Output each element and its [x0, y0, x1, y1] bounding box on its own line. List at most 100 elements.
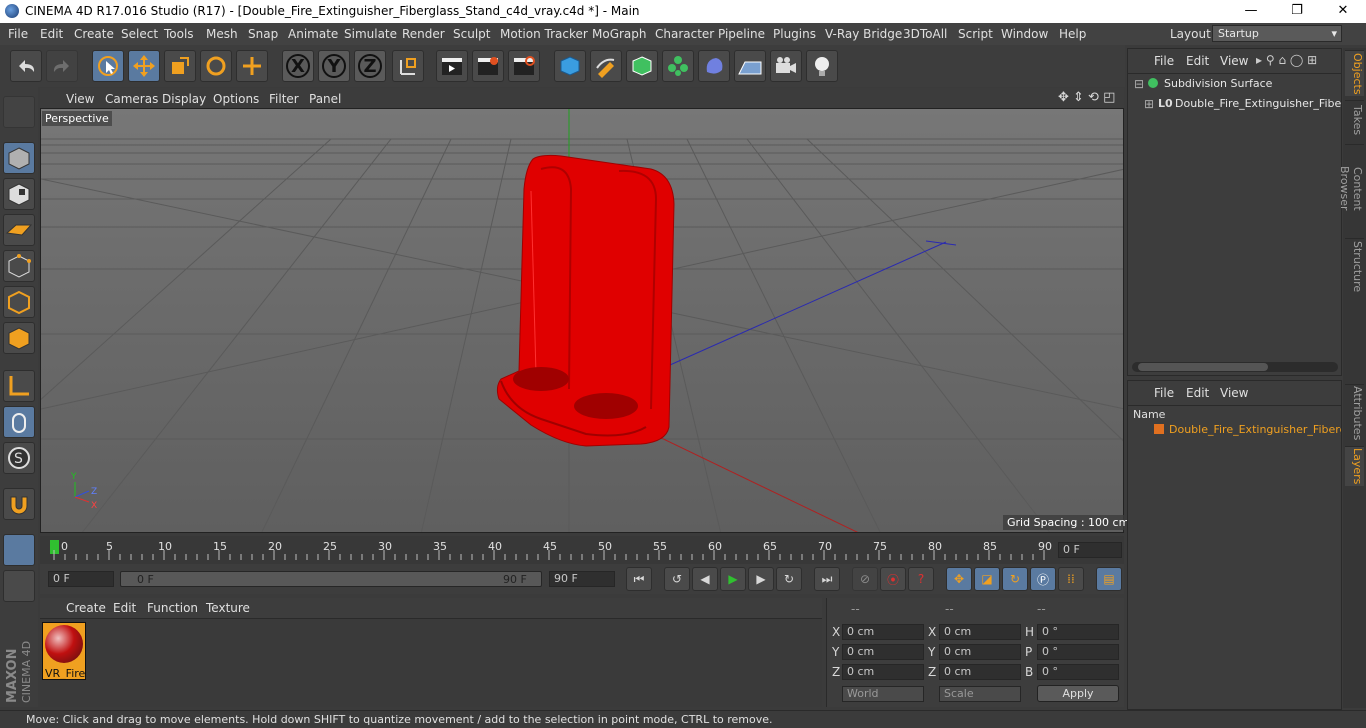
- light-icon[interactable]: [806, 50, 838, 82]
- tab-objects[interactable]: Objects: [1345, 50, 1364, 96]
- menu-mograph[interactable]: MoGraph: [592, 27, 647, 41]
- move-tool-icon[interactable]: [128, 50, 160, 82]
- viewport-menu-panel[interactable]: Panel: [309, 92, 341, 106]
- go-to-start-icon[interactable]: ⏮: [626, 567, 652, 591]
- next-frame-icon[interactable]: ▶: [748, 567, 774, 591]
- deformer-icon[interactable]: [698, 50, 730, 82]
- viewport-menu-view[interactable]: View: [66, 92, 94, 106]
- menu-select[interactable]: Select: [121, 27, 158, 41]
- tweak-mode-icon[interactable]: [3, 406, 35, 438]
- viewport-menu-options[interactable]: Options: [213, 92, 259, 106]
- tree-expand-icon[interactable]: ⊟: [1134, 77, 1144, 91]
- make-editable-icon[interactable]: [3, 96, 35, 128]
- x-axis-lock-button[interactable]: X: [282, 50, 314, 82]
- scale-tool-icon[interactable]: [164, 50, 196, 82]
- model-mode-icon[interactable]: [3, 142, 35, 174]
- menu-tools[interactable]: Tools: [164, 27, 194, 41]
- material-menu-create[interactable]: Create: [66, 601, 106, 615]
- timeline-ruler[interactable]: [40, 536, 1124, 564]
- om-horizontal-scrollbar[interactable]: [1132, 362, 1338, 372]
- key-pla-icon[interactable]: ⁞⁞: [1058, 567, 1084, 591]
- record-keys-icon[interactable]: ⊘: [852, 567, 878, 591]
- y-axis-lock-button[interactable]: Y: [318, 50, 350, 82]
- viewport-menu-cameras[interactable]: Cameras: [105, 92, 158, 106]
- subdivision-surface-icon[interactable]: [626, 50, 658, 82]
- menu-character[interactable]: Character: [655, 27, 714, 41]
- recent-tool-icon[interactable]: [236, 50, 268, 82]
- close-button[interactable]: ✕: [1320, 0, 1366, 23]
- minimize-button[interactable]: —: [1228, 0, 1274, 23]
- menu-window[interactable]: Window: [1001, 27, 1048, 41]
- keyframe-selection-icon[interactable]: ?: [908, 567, 934, 591]
- z-axis-lock-button[interactable]: Z: [354, 50, 386, 82]
- menu-script[interactable]: Script: [958, 27, 993, 41]
- layer-color-swatch[interactable]: [1154, 424, 1164, 434]
- render-view-icon[interactable]: [436, 50, 468, 82]
- go-to-end-icon[interactable]: ⏭: [814, 567, 840, 591]
- start-frame-field[interactable]: 0 F: [48, 571, 114, 587]
- menu-snap[interactable]: Snap: [248, 27, 278, 41]
- timeline-window-icon[interactable]: ▤: [1096, 567, 1122, 591]
- menu-sculpt[interactable]: Sculpt: [453, 27, 490, 41]
- preview-range-slider[interactable]: 0 F 90 F: [120, 571, 542, 587]
- layout-dropdown[interactable]: Startup: [1212, 25, 1342, 42]
- om-menu-file[interactable]: File: [1154, 54, 1174, 68]
- viewport-navigation-icons[interactable]: ✥ ⇕ ⟲ ◰: [1058, 90, 1115, 105]
- size-y-field[interactable]: 0 cm: [939, 644, 1021, 660]
- key-scale-icon[interactable]: ◪: [974, 567, 1000, 591]
- menu-animate[interactable]: Animate: [288, 27, 338, 41]
- size-z-field[interactable]: 0 cm: [939, 664, 1021, 680]
- rotation-p-field[interactable]: 0 °: [1037, 644, 1119, 660]
- menu-simulate[interactable]: Simulate: [344, 27, 397, 41]
- menu-edit[interactable]: Edit: [40, 27, 63, 41]
- tab-layers[interactable]: Layers: [1345, 446, 1364, 486]
- position-y-field[interactable]: 0 cm: [842, 644, 924, 660]
- previous-key-icon[interactable]: ↺: [664, 567, 690, 591]
- layer-menu-file[interactable]: File: [1154, 386, 1174, 400]
- pen-spline-icon[interactable]: [590, 50, 622, 82]
- rotation-b-field[interactable]: 0 °: [1037, 664, 1119, 680]
- key-parameter-icon[interactable]: Ⓟ: [1030, 567, 1056, 591]
- cube-primitive-icon[interactable]: [554, 50, 586, 82]
- menu-vray-bridge[interactable]: V-Ray Bridge: [825, 27, 902, 41]
- menu-help[interactable]: Help: [1059, 27, 1086, 41]
- workplane-grid-icon[interactable]: [3, 534, 35, 566]
- om-menu-view[interactable]: View: [1220, 54, 1248, 68]
- tree-expand-icon[interactable]: ⊞: [1144, 97, 1154, 111]
- tab-content-browser[interactable]: Content Browser: [1338, 144, 1364, 232]
- menu-render[interactable]: Render: [402, 27, 445, 41]
- end-frame-field[interactable]: 90 F: [549, 571, 615, 587]
- size-mode-dropdown[interactable]: Scale: [939, 686, 1021, 702]
- fire-extinguisher-stand-model[interactable]: [496, 154, 675, 447]
- coordinate-system-icon[interactable]: [392, 50, 424, 82]
- rotate-tool-icon[interactable]: [200, 50, 232, 82]
- cloner-icon[interactable]: [662, 50, 694, 82]
- material-menu-function[interactable]: Function: [147, 601, 198, 615]
- apply-button[interactable]: Apply: [1037, 685, 1119, 702]
- key-rotation-icon[interactable]: ↻: [1002, 567, 1028, 591]
- position-z-field[interactable]: 0 cm: [842, 664, 924, 680]
- size-x-field[interactable]: 0 cm: [939, 624, 1021, 640]
- next-key-icon[interactable]: ↻: [776, 567, 802, 591]
- solo-mode-icon[interactable]: S: [3, 442, 35, 474]
- camera-icon[interactable]: [770, 50, 802, 82]
- material-swatch[interactable]: VR_Fire: [42, 622, 86, 680]
- live-selection-icon[interactable]: [92, 50, 124, 82]
- menu-create[interactable]: Create: [74, 27, 114, 41]
- menu-pipeline[interactable]: Pipeline: [718, 27, 765, 41]
- redo-icon[interactable]: [46, 50, 78, 82]
- layer-menu-edit[interactable]: Edit: [1186, 386, 1209, 400]
- material-menu-texture[interactable]: Texture: [206, 601, 250, 615]
- menu-mesh[interactable]: Mesh: [206, 27, 238, 41]
- render-settings-icon[interactable]: [508, 50, 540, 82]
- menu-file[interactable]: File: [8, 27, 28, 41]
- position-x-field[interactable]: 0 cm: [842, 624, 924, 640]
- key-position-icon[interactable]: ✥: [946, 567, 972, 591]
- tab-attributes[interactable]: Attributes: [1345, 384, 1364, 442]
- edges-mode-icon[interactable]: [3, 286, 35, 318]
- object-fire-extinguisher-stand[interactable]: Double_Fire_Extinguisher_Fiberg: [1175, 97, 1341, 110]
- maximize-button[interactable]: ❐: [1274, 0, 1320, 23]
- undo-icon[interactable]: [10, 50, 42, 82]
- om-toolbar-icons[interactable]: ▸ ⚲ ⌂ ◯ ⊞: [1256, 53, 1317, 67]
- grid-snap-icon[interactable]: [3, 570, 35, 602]
